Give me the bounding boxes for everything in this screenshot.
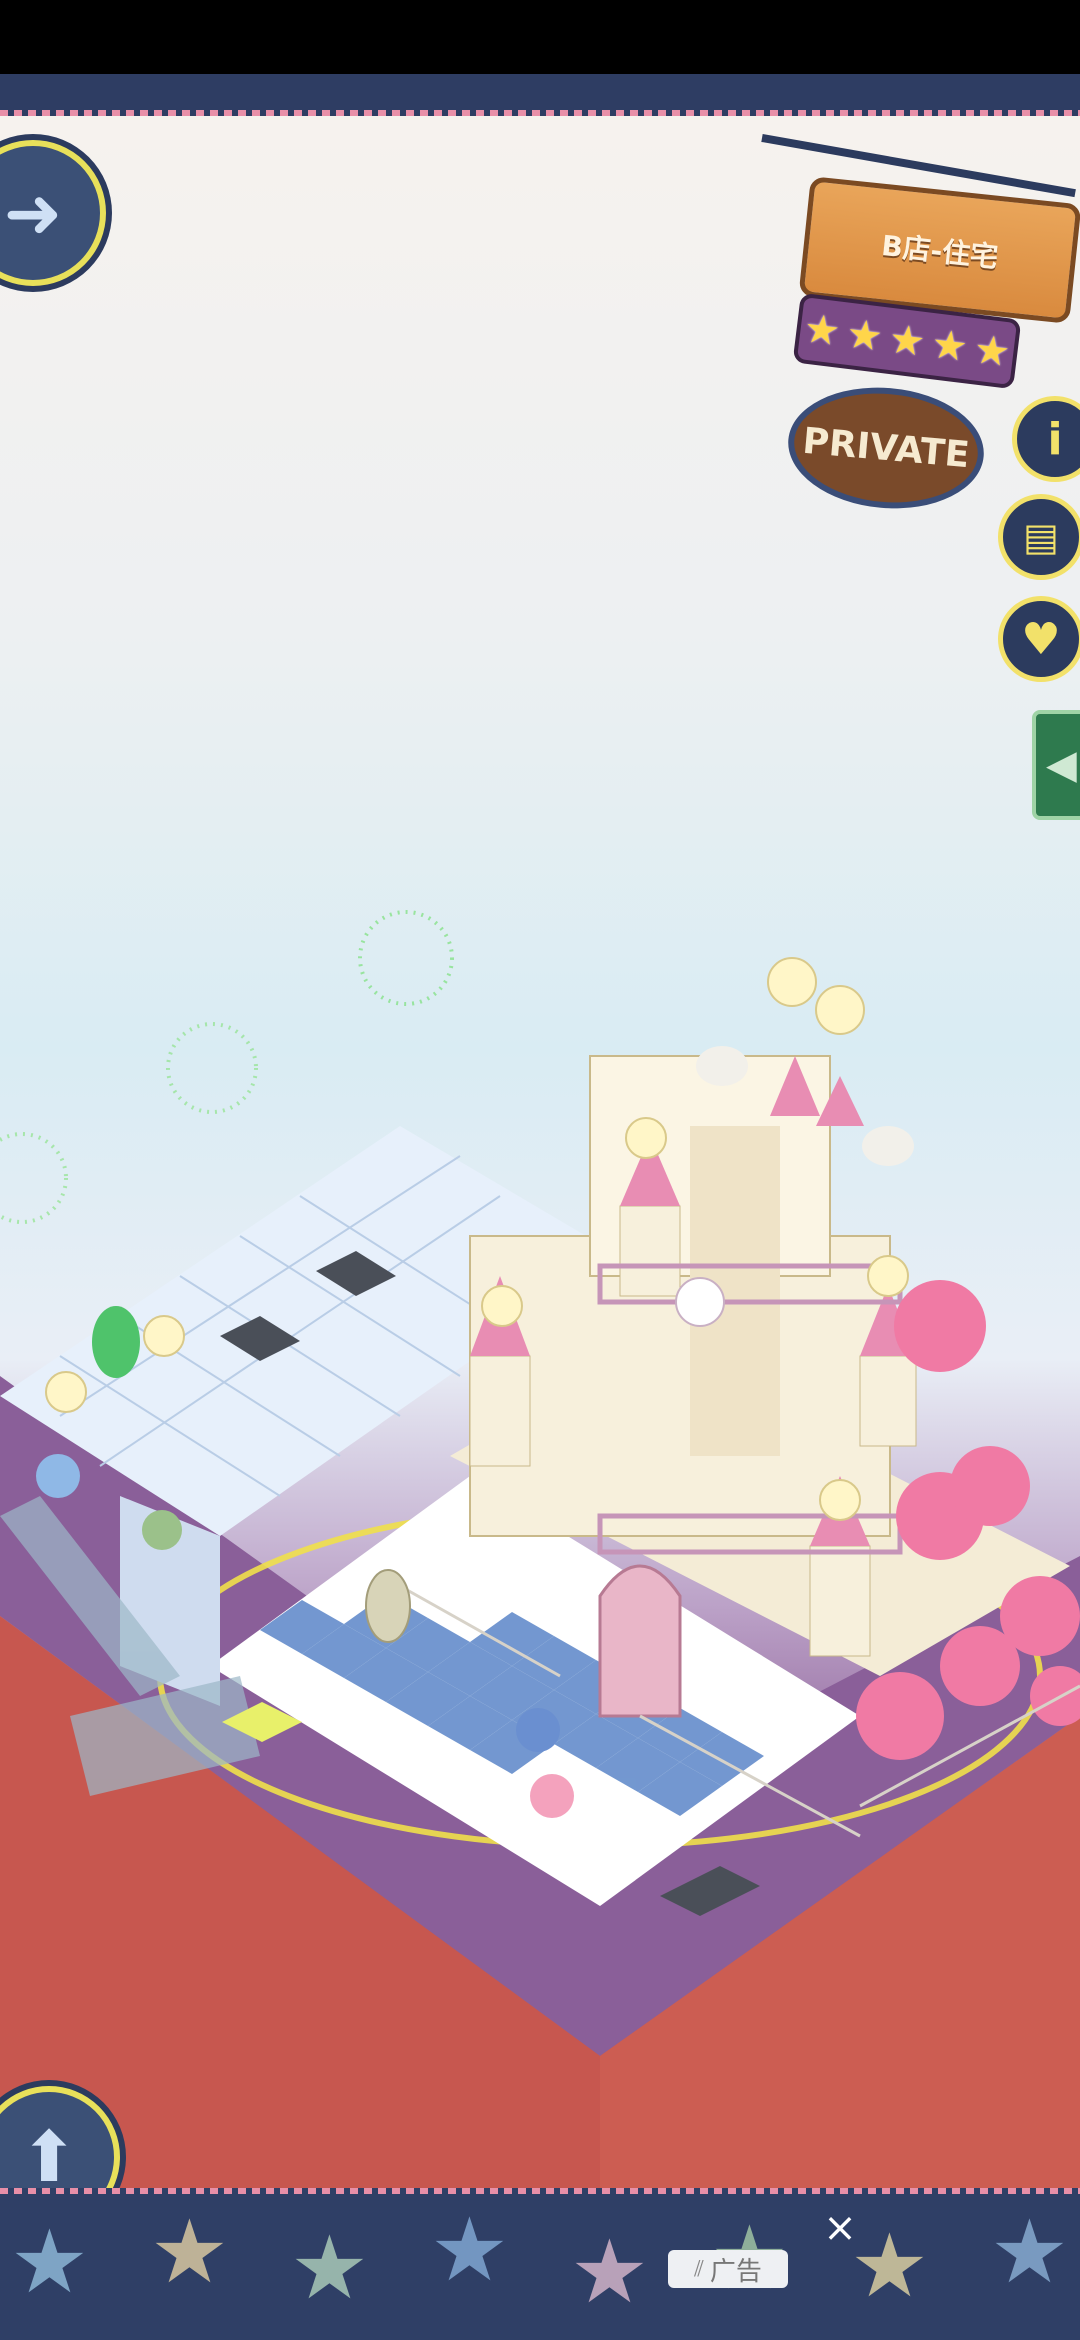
ad-logo-icon: ⫽ [694,2256,704,2282]
bottom-star-border: ★ ★ ★ ★ ★ ★ ★ ★ [0,2188,1080,2340]
cello [365,1569,411,1643]
arrow-right-icon: ➜ [3,172,63,254]
star-decoration: ★ [850,2214,929,2317]
top-star-border [0,74,1080,116]
close-icon: × [823,2205,857,2251]
status-bar [0,0,1080,74]
ad-label: 广告 [709,2256,762,2287]
star-decoration: ★ [430,2198,509,2301]
star-decoration: ★ [570,2220,649,2323]
private-label: PRIVATE [800,420,972,476]
stitch-trim [0,2188,1080,2194]
star-decoration: ★ [10,2210,89,2313]
shop-name: B店-住宅 [879,228,1000,275]
heart-icon: ♥ [1021,613,1061,665]
ad-close-button[interactable]: × [820,2208,860,2248]
green-gem [92,1306,140,1378]
star-decoration: ★ [290,2216,369,2319]
chevron-left-icon: ◀ [1046,742,1077,788]
rating-star: ★ [928,321,971,372]
arrow-up-icon: ⬆ [19,2116,79,2188]
rating-star: ★ [971,326,1013,377]
ad-badge[interactable]: ⫽ 广告 [668,2250,788,2288]
favorite-button[interactable]: ♥ [998,596,1080,682]
rating-star: ★ [886,315,928,367]
rating-star: ★ [843,310,886,361]
star-decoration: ★ [990,2200,1069,2303]
rating-star: ★ [801,305,843,356]
star-decoration: ★ [150,2200,229,2303]
book-icon: ▤ [1023,515,1059,559]
side-panel-tab[interactable]: ◀ [1032,710,1080,820]
game-scene[interactable]: ➜ ⬆ B店-住宅 ★ ★ ★ ★ ★ PRIVATE i ▤ ♥ ◀ [0,116,1080,2188]
info-icon: i [1047,413,1063,465]
guide-book-button[interactable]: ▤ [998,494,1080,580]
